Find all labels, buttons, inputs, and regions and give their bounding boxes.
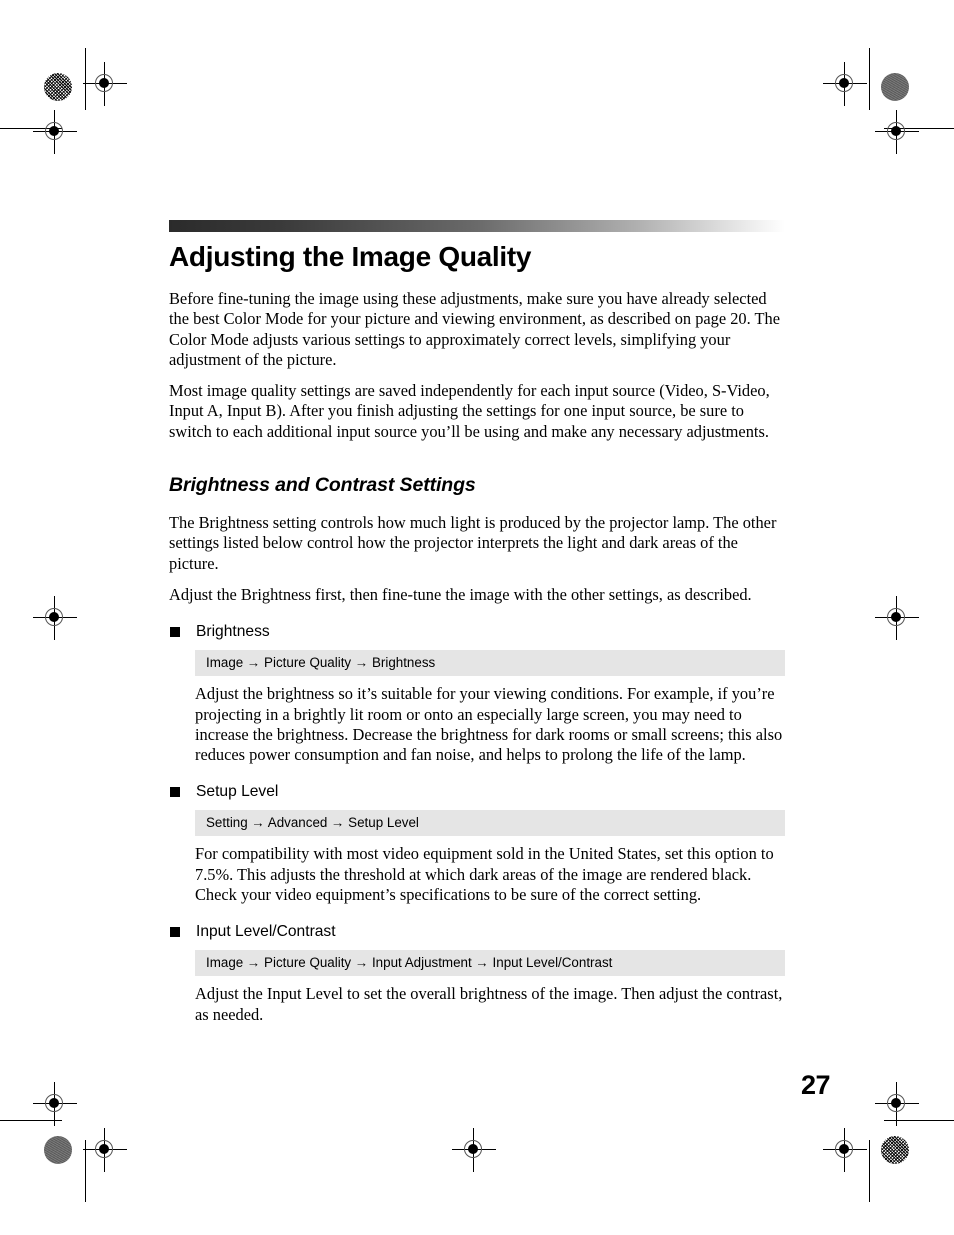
registration-mark-top-left-inner: [83, 62, 127, 106]
registration-mark-right-lower: [875, 1082, 919, 1126]
crosshair-dot: [49, 126, 59, 136]
halftone-density-dot-top-left: [44, 73, 72, 101]
setting-label-row: Brightness: [169, 622, 785, 641]
setting-description-block: Adjust the Input Level to set the overal…: [195, 984, 785, 1025]
section-heading: Brightness and Contrast Settings: [169, 474, 476, 497]
square-bullet-icon: [170, 627, 180, 638]
registration-mark-right-center: [875, 596, 919, 640]
setting-label: Input Level/Contrast: [196, 923, 336, 941]
setting-label-row: Input Level/Contrast: [169, 922, 785, 941]
setting-description-block: Adjust the brightness so it’s suitable f…: [195, 684, 785, 765]
square-bullet-icon: [170, 787, 180, 798]
content-column: Adjusting the Image Quality Before fine-…: [169, 220, 785, 1025]
crosshair-dot: [891, 126, 901, 136]
crosshair-dot: [891, 1098, 901, 1108]
registration-mark-left-lower: [33, 1082, 77, 1126]
page-title: Adjusting the Image Quality: [169, 241, 532, 272]
setting-description: For compatibility with most video equipm…: [195, 844, 774, 905]
crosshair-dot: [49, 1098, 59, 1108]
setting-label-row: Setup Level: [169, 782, 785, 801]
section-paragraph-1: The Brightness setting controls how much…: [169, 513, 777, 573]
setting-description: Adjust the Input Level to set the overal…: [195, 984, 783, 1024]
crosshair-dot: [49, 612, 59, 622]
intro-paragraph-1: Before fine-tuning the image using these…: [169, 289, 780, 369]
setting-description-block: For compatibility with most video equipm…: [195, 844, 785, 905]
title-gradient-rule: [169, 220, 785, 232]
registration-mark-top-right-inner: [823, 62, 867, 106]
intro-paragraph-2: Most image quality settings are saved in…: [169, 381, 770, 441]
square-bullet-icon: [170, 927, 180, 938]
setting-label: Brightness: [196, 623, 270, 641]
crosshair-dot: [99, 78, 109, 88]
trim-line-top-right-vertical: [869, 48, 870, 110]
halftone-density-dot-bottom-left: [44, 1136, 72, 1164]
registration-mark-left-center: [33, 596, 77, 640]
setting-entry-input-level-contrast: Input Level/Contrast Image → Picture Qua…: [169, 922, 785, 1025]
setting-entry-brightness: Brightness Image → Picture Quality → Bri…: [169, 622, 785, 765]
halftone-density-dot-bottom-right: [881, 1136, 909, 1164]
menu-path-breadcrumb: Image → Picture Quality → Brightness: [195, 650, 785, 677]
registration-mark-right-upper: [875, 110, 919, 154]
registration-mark-bottom-right-inner: [823, 1128, 867, 1172]
crosshair-dot: [839, 78, 849, 88]
halftone-density-dot-top-right: [881, 73, 909, 101]
trim-line-bottom-right-vertical: [869, 1140, 870, 1202]
page-number: 27: [801, 1070, 831, 1100]
registration-mark-bottom-center: [452, 1128, 496, 1172]
menu-path-breadcrumb: Image → Picture Quality → Input Adjustme…: [195, 950, 785, 977]
crosshair-dot: [839, 1144, 849, 1154]
menu-path-breadcrumb: Setting → Advanced → Setup Level: [195, 810, 785, 837]
setting-entry-setup-level: Setup Level Setting → Advanced → Setup L…: [169, 782, 785, 905]
registration-mark-left-upper: [33, 110, 77, 154]
crosshair-dot: [891, 612, 901, 622]
registration-mark-bottom-left-inner: [83, 1128, 127, 1172]
crosshair-dot: [468, 1144, 478, 1154]
setting-description: Adjust the brightness so it’s suitable f…: [195, 684, 783, 765]
printed-page: Adjusting the Image Quality Before fine-…: [0, 0, 954, 1235]
section-paragraph-2: Adjust the Brightness first, then fine-t…: [169, 584, 752, 604]
crosshair-dot: [99, 1144, 109, 1154]
setting-label: Setup Level: [196, 783, 279, 801]
